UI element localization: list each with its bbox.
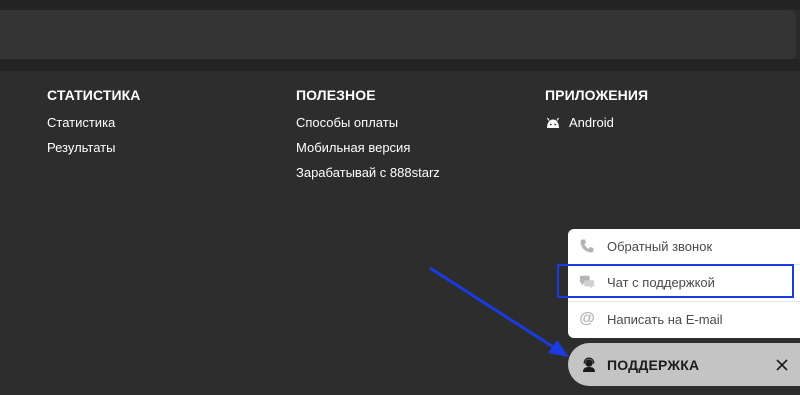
footer-link-statistics[interactable]: Статистика (47, 115, 141, 140)
support-menu-callback[interactable]: Обратный звонок (568, 229, 800, 263)
support-agent-icon (581, 357, 597, 373)
top-panel (0, 10, 796, 59)
footer-column-apps: ПРИЛОЖЕНИЯ Android (545, 87, 648, 140)
phone-icon (579, 238, 595, 254)
footer-link-results[interactable]: Результаты (47, 140, 141, 165)
footer-link-mobile-version[interactable]: Мобильная версия (296, 140, 440, 165)
support-menu-email-label: Написать на E-mail (607, 311, 723, 327)
support-menu-callback-label: Обратный звонок (607, 238, 713, 254)
android-icon (545, 115, 561, 134)
footer-link-payment-methods[interactable]: Способы оплаты (296, 115, 440, 140)
top-strip (0, 0, 800, 10)
footer-column-statistics: СТАТИСТИКА Статистика Результаты (47, 87, 141, 165)
footer-link-affiliate[interactable]: Зарабатывай с 888starz (296, 165, 440, 190)
footer-heading-apps: ПРИЛОЖЕНИЯ (545, 87, 649, 103)
at-icon: @ (579, 310, 595, 327)
close-icon[interactable] (776, 358, 788, 371)
footer-heading-statistics: СТАТИСТИКА (47, 87, 141, 103)
footer-heading-useful: ПОЛЕЗНОЕ (296, 87, 376, 103)
android-label: Android (569, 115, 614, 130)
footer-link-android[interactable]: Android (545, 115, 648, 140)
footer-column-useful: ПОЛЕЗНОЕ Способы оплаты Мобильная версия… (296, 87, 440, 190)
support-bar-label: ПОДДЕРЖКА (607, 356, 700, 373)
chat-highlight-box (557, 264, 794, 298)
support-menu-email[interactable]: @ Написать на E-mail (568, 302, 800, 336)
support-bar[interactable]: ПОДДЕРЖКА (568, 343, 800, 386)
section-divider (0, 59, 800, 71)
